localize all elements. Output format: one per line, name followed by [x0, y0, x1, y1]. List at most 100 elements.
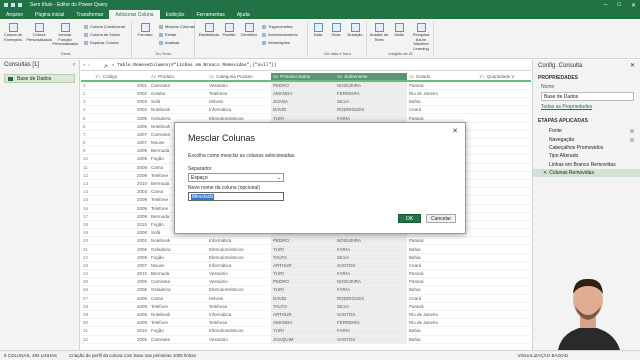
applied-step-active[interactable]: ✕ Colunas Removidas [533, 168, 640, 178]
azure-ml-icon [416, 23, 426, 32]
all-properties-link[interactable]: Todas as Propriedades [541, 104, 640, 110]
queries-header: Consultas [1] ‹ [4, 62, 75, 68]
formato-button[interactable]: Formato [134, 23, 156, 38]
ribbon: Coluna de Exemplos Coluna Personalizada … [0, 19, 640, 59]
dropdown-icon[interactable] [18, 3, 22, 7]
vision-icon [394, 23, 404, 32]
status-preview: VISUALIZAÇÃO BAIXAD [517, 353, 568, 358]
status-columns-rows: 9 COLUNAS, 492 LINHAS [4, 353, 58, 358]
formula-bar[interactable]: ✕ ✓ fx = Table.RemoveColumns(#"Linhas em… [81, 61, 531, 71]
tab-pagina-inicial[interactable]: Página inicial [29, 10, 70, 19]
extrair-button[interactable]: Extrair [159, 32, 177, 37]
column-examples-icon [8, 23, 18, 32]
query-settings-title: Config. Consulta ✕ [538, 62, 635, 70]
clock-icon [331, 23, 341, 32]
close-icon[interactable]: ✕ [452, 127, 458, 135]
duration-icon [350, 23, 360, 32]
ribbon-tabs: Arquivo Página inicial Transformar Adici… [0, 10, 640, 19]
group-data-hora: Data Hora Duração De data e hora [309, 21, 367, 57]
dialog-subtitle: Escolha como mesclar as colunas selecion… [188, 153, 296, 159]
name-label: Nome [541, 84, 555, 90]
analisar-button[interactable]: Analisar [159, 40, 179, 45]
query-item[interactable]: Base de Dados [4, 74, 75, 83]
applied-step[interactable]: Navegação [533, 135, 640, 143]
tab-transformar[interactable]: Transformar [70, 10, 109, 19]
merge-columns-dialog: Mesclar Colunas ✕ Escolha como mesclar a… [174, 122, 466, 234]
delete-step-icon[interactable]: ✕ [543, 170, 547, 176]
scientific-icon [244, 23, 254, 32]
confirm-formula-icon[interactable]: ✓ [88, 63, 91, 68]
formula-text[interactable]: = Table.RemoveColumns(#"Linhas em Branco… [112, 63, 277, 68]
window-controls: – □ ✕ [604, 2, 636, 9]
format-icon [140, 23, 150, 32]
analise-texto-button[interactable]: Análise de Texto [368, 23, 390, 42]
mesclar-colunas-button[interactable]: Mesclar Colunas [159, 24, 195, 29]
group-label-insights: Insights de IA [388, 51, 413, 56]
arredondamento-button[interactable]: Arredondamento [262, 32, 298, 37]
title-bar: Sem título - Editor do Power Query – □ ✕ [0, 0, 640, 10]
dialog-title: Mesclar Colunas [188, 133, 256, 143]
trigonometria-button[interactable]: Trigonometria [262, 24, 293, 29]
coluna-condicional-button[interactable]: Coluna Condicional [84, 24, 125, 29]
separator-select[interactable]: Espaço ⌄ [188, 173, 284, 182]
properties-header: PROPRIEDADES [538, 75, 579, 81]
group-numero: Estatísticas Padrão Científico Trigonome… [196, 21, 308, 57]
tab-arquivo[interactable]: Arquivo [0, 10, 29, 19]
statistics-icon [204, 23, 214, 32]
calendar-icon [313, 23, 323, 32]
status-profile: Criação de perfil da coluna com base nas… [69, 353, 196, 358]
group-do-texto: Formato Mesclar Colunas Extrair Analisar… [133, 21, 195, 57]
cientifico-button[interactable]: Científico [238, 23, 260, 38]
applied-step[interactable]: Tipo Alterado [533, 152, 640, 160]
informacoes-button[interactable]: Informações [262, 40, 290, 45]
gear-icon[interactable] [630, 129, 634, 134]
ok-button[interactable]: OK [398, 214, 421, 223]
presenter-image [538, 268, 640, 350]
azure-ml-button[interactable]: Pesquisa Azure Machine Learning [408, 23, 434, 51]
data-button[interactable]: Data [309, 23, 327, 38]
applied-steps-header: ETAPAS APLICADAS [538, 118, 588, 124]
function-icon [60, 23, 70, 32]
separator-label: Separador [188, 166, 212, 172]
cancel-button[interactable]: Cancelar [426, 214, 456, 223]
applied-step[interactable]: Cabeçalhos Promovidos [533, 144, 640, 152]
chevron-down-icon: ⌄ [276, 175, 281, 181]
custom-column-icon [34, 23, 44, 32]
quick-access-toolbar[interactable] [4, 3, 22, 7]
standard-icon [224, 23, 234, 32]
padrao-button[interactable]: Padrão [218, 23, 240, 38]
duplicar-coluna-button[interactable]: Duplicar Coluna [84, 40, 118, 45]
duracao-button[interactable]: Duração [345, 23, 365, 38]
tab-exibicao[interactable]: Exibição [160, 10, 191, 19]
new-name-label: Novo nome da coluna (opcional) [188, 185, 260, 191]
tab-ajuda[interactable]: Ajuda [231, 10, 256, 19]
tab-adicionar-coluna[interactable]: Adicionar Coluna [109, 10, 160, 19]
visao-button[interactable]: Visão [388, 23, 410, 38]
status-bar: 9 COLUNAS, 492 LINHAS Criação de perfil … [0, 350, 640, 360]
minimize-icon[interactable]: – [604, 2, 607, 9]
coluna-exemplos-button[interactable]: Coluna de Exemplos [2, 23, 24, 42]
new-column-name-input[interactable]: Mesclado [188, 192, 284, 201]
undo-icon[interactable] [11, 3, 15, 7]
save-icon[interactable] [4, 3, 8, 7]
group-geral: Coluna de Exemplos Coluna Personalizada … [0, 21, 132, 57]
maximize-icon[interactable]: □ [617, 2, 621, 9]
hora-button[interactable]: Hora [327, 23, 345, 38]
collapse-icon[interactable]: ‹ [73, 62, 75, 68]
cancel-formula-icon[interactable]: ✕ [83, 63, 86, 68]
query-name-input[interactable]: Base de Dados [541, 92, 634, 101]
group-label-texto: Do Texto [155, 51, 172, 56]
estatisticas-button[interactable]: Estatísticas [198, 23, 220, 38]
applied-step[interactable]: Linhas em Branco Removidas [533, 161, 640, 169]
group-insights: Análise de Texto Visão Pesquisa Azure Ma… [368, 21, 434, 57]
invocar-funcao-button[interactable]: Invocar Função Personalizada [52, 23, 78, 47]
tab-ferramentas[interactable]: Ferramentas [190, 10, 230, 19]
gear-icon[interactable] [630, 137, 634, 142]
text-analytics-icon [374, 23, 384, 32]
coluna-indice-button[interactable]: Coluna de Índice [84, 32, 120, 37]
webcam-presenter [538, 268, 640, 350]
coluna-personalizada-button[interactable]: Coluna Personalizada [26, 23, 52, 42]
applied-step[interactable]: Fonte [533, 127, 640, 135]
close-pane-icon[interactable]: ✕ [630, 62, 635, 69]
close-icon[interactable]: ✕ [631, 2, 636, 9]
